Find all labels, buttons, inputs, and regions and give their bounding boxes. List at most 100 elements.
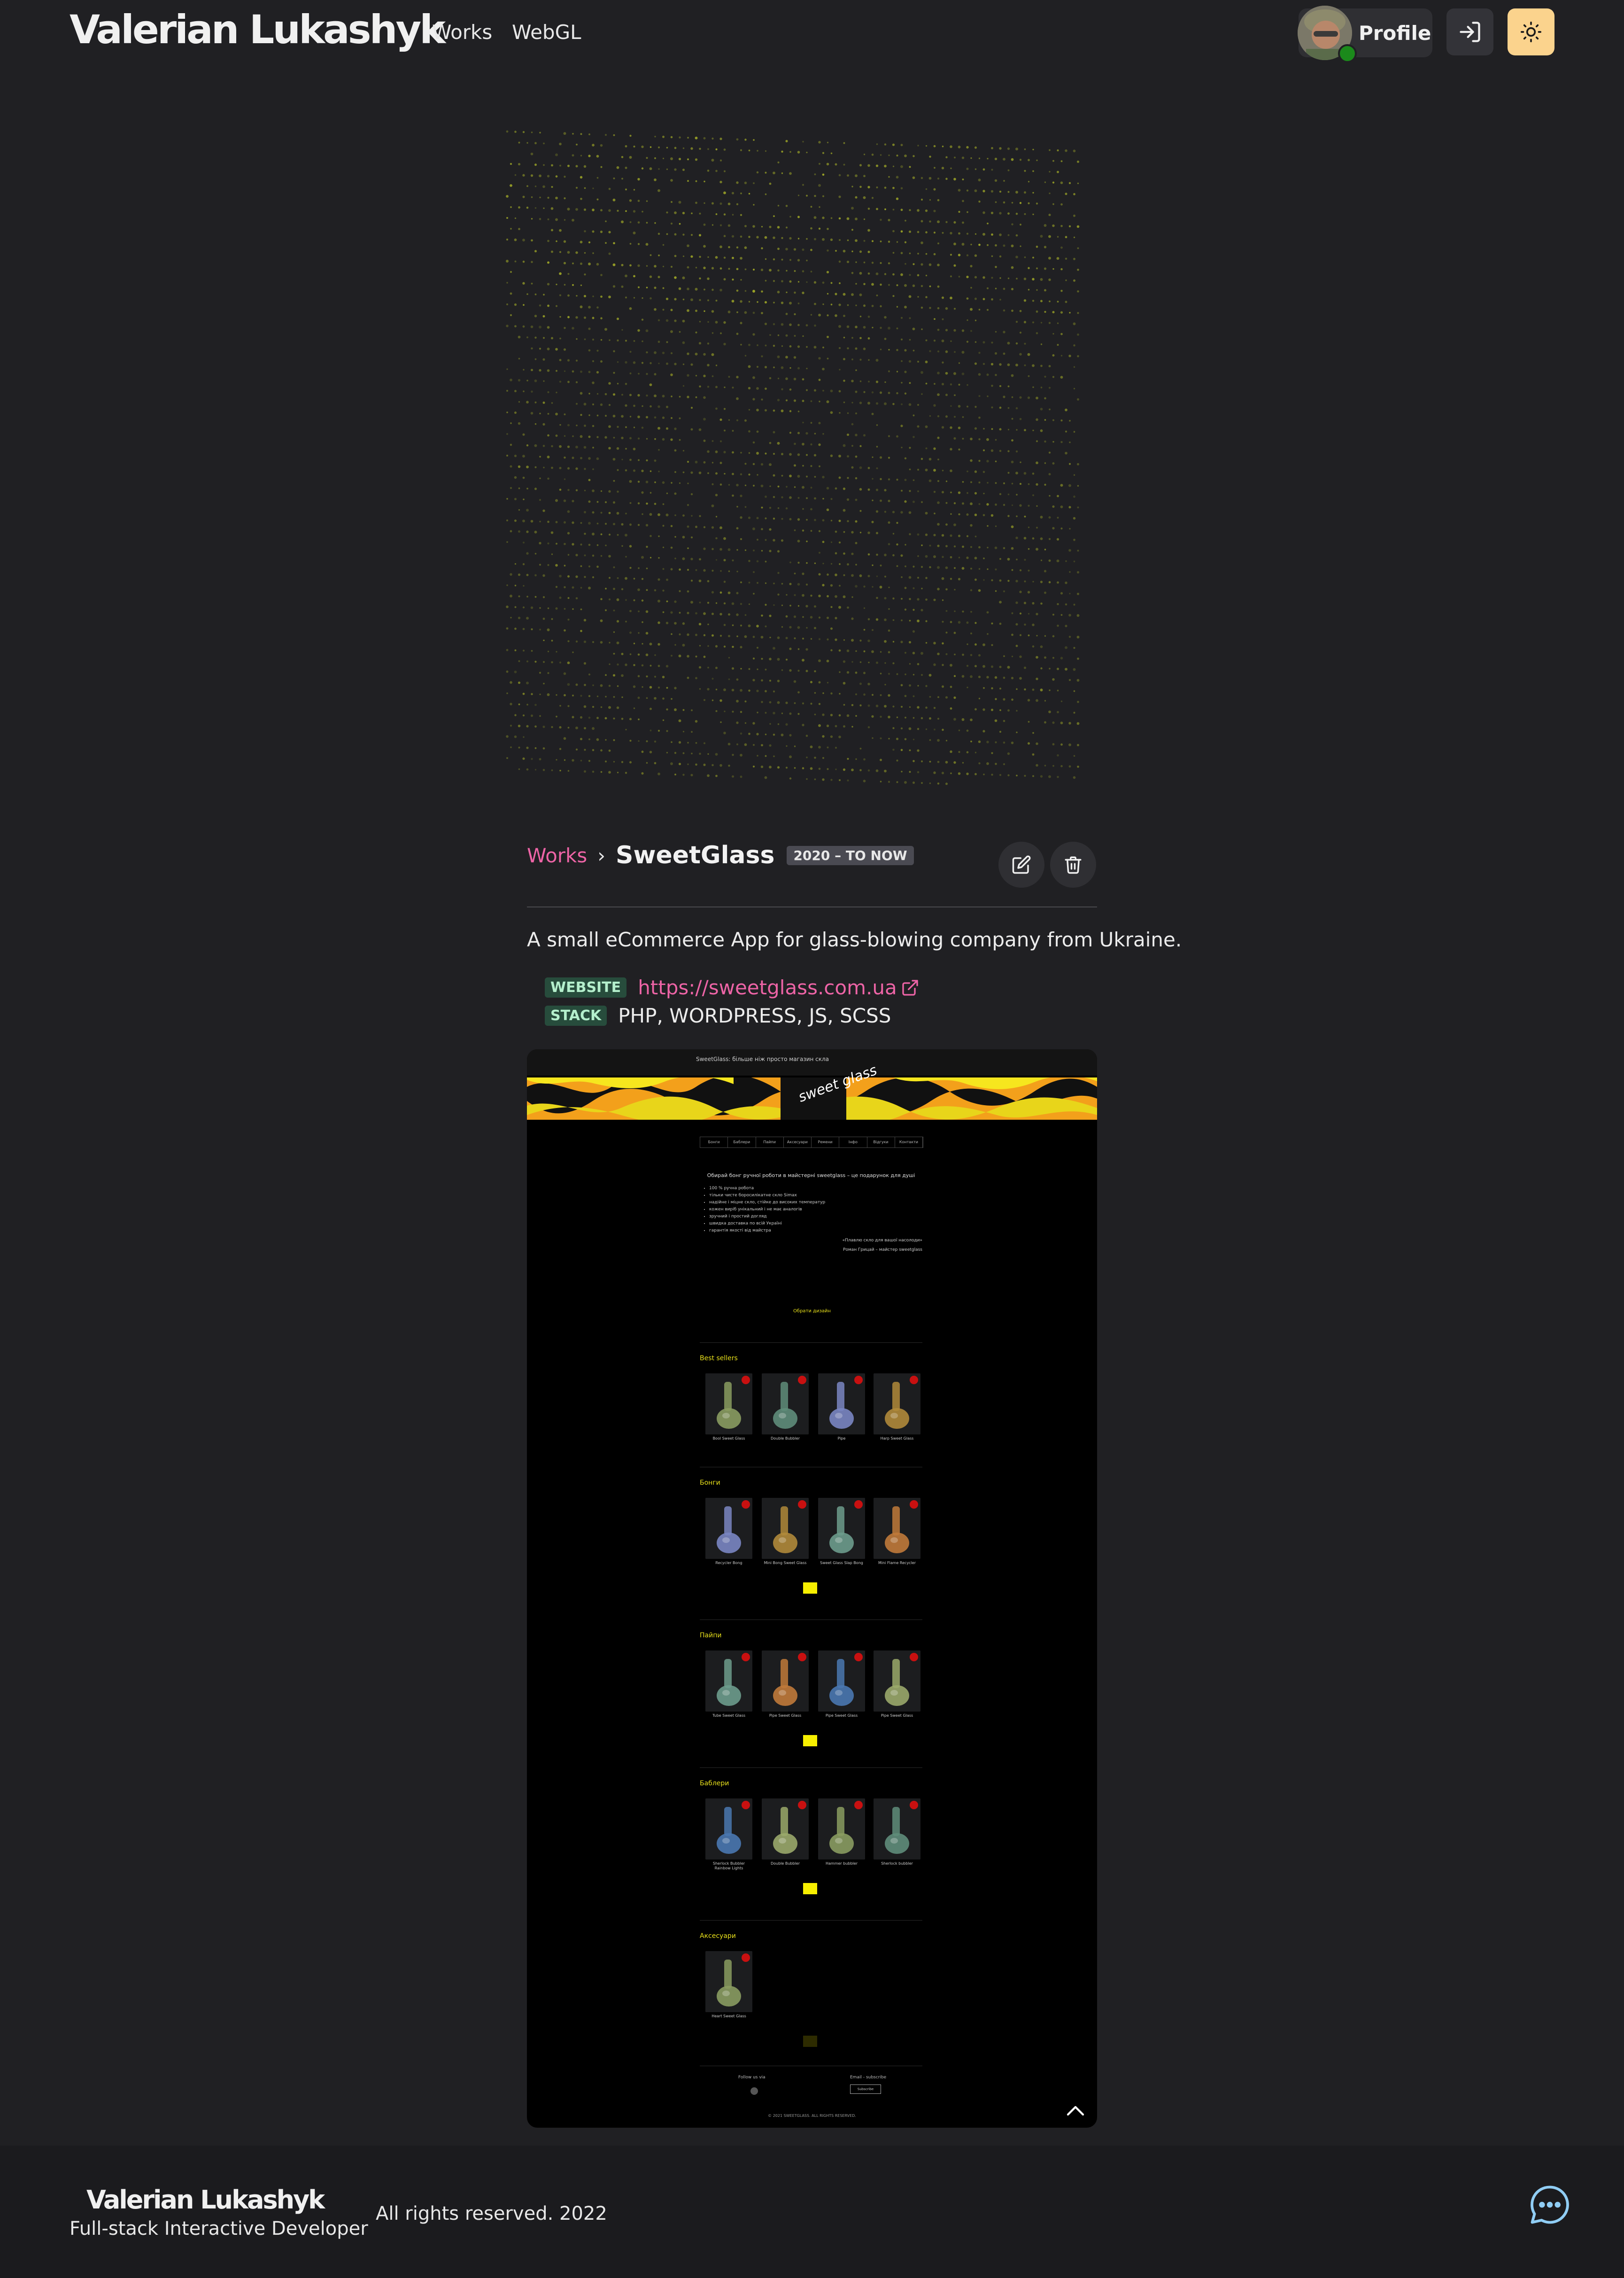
nav-works[interactable]: Works xyxy=(432,21,492,44)
profile-label: Profile xyxy=(1359,22,1431,45)
screenshot-product-name: Sweet Glass Slap Bong xyxy=(820,1561,863,1565)
profile-button[interactable]: Profile xyxy=(1298,6,1432,63)
voxel-model-canvas[interactable] xyxy=(498,113,1108,789)
screenshot-product-card: Pipe Sweet Glass xyxy=(874,1650,920,1718)
footer-rights: All rights reserved. 2022 xyxy=(376,2203,607,2224)
screenshot-product-name: Pipe Sweet Glass xyxy=(881,1713,913,1718)
login-icon xyxy=(1460,22,1480,42)
divider xyxy=(700,1920,922,1921)
screenshot-menu-item: Аксесуари xyxy=(784,1137,812,1147)
page-title: SweetGlass xyxy=(616,841,775,869)
screenshot-product-image xyxy=(705,1498,752,1559)
screenshot-product-card: Pipe xyxy=(818,1373,865,1441)
screenshot-section-title: Пайпи xyxy=(700,1632,722,1639)
screenshot-product-name: Mini Bong Sweet Glass xyxy=(764,1561,807,1565)
chat-icon xyxy=(1531,2185,1569,2224)
screenshot-bullet: швидка доставка по всій Україні xyxy=(709,1220,922,1227)
screenshot-menu-item: Інфо xyxy=(839,1137,867,1147)
screenshot-bullet: кожен виріб унікальний і не має аналогів xyxy=(709,1206,922,1213)
screenshot-topbar-text: SweetGlass: більше ніж просто магазин ск… xyxy=(696,1056,829,1062)
website-row: WEBSITE https://sweetglass.com.ua xyxy=(545,976,920,999)
screenshot-menu-item: Відгуки xyxy=(867,1137,895,1147)
screenshot-bullet: гарантія якості від майстра xyxy=(709,1227,922,1234)
screenshot-product-name: Harp Sweet Glass xyxy=(880,1436,914,1441)
screenshot-product-name: Pipe xyxy=(837,1436,846,1441)
screenshot-product-image xyxy=(762,1498,809,1559)
screenshot-topbar: SweetGlass: більше ніж просто магазин ск… xyxy=(527,1049,1097,1076)
screenshot-product-name: Hammer bubbler xyxy=(826,1861,858,1866)
chevron-right-icon: › xyxy=(597,844,606,867)
screenshot-product-image xyxy=(818,1650,865,1712)
external-link-icon[interactable] xyxy=(901,978,920,997)
screenshot-quote: «Плавлю скло для вашої насолоди» xyxy=(842,1238,922,1243)
delete-button[interactable] xyxy=(1050,842,1096,888)
screenshot-product-image xyxy=(874,1650,920,1712)
online-status-dot xyxy=(1338,44,1357,63)
screenshot-product-card: Tube Sweet Glass xyxy=(705,1650,752,1718)
screenshot-product-name: Mini Flame Recycler xyxy=(878,1561,916,1565)
chat-button[interactable] xyxy=(1526,2181,1573,2228)
screenshot-product-image xyxy=(818,1373,865,1434)
period-badge: 2020 – TO NOW xyxy=(787,845,914,865)
footer-role: Full-stack Interactive Developer xyxy=(70,2218,368,2239)
screenshot-product-card: Mini Flame Recycler xyxy=(874,1498,920,1565)
edit-icon xyxy=(1012,855,1031,874)
site-header: Valerian Lukashyk Works WebGL Profile xyxy=(0,0,1624,66)
screenshot-product-card: Pipe Sweet Glass xyxy=(762,1650,809,1718)
screenshot-product-name: Double Bubbler xyxy=(770,1861,800,1866)
screenshot-product-name: Sherlock bubbler xyxy=(881,1861,913,1866)
stack-row: STACK PHP, WORDPRESS, JS, SCSS xyxy=(545,1004,891,1027)
screenshot-product-image xyxy=(705,1951,752,2012)
project-screenshot: SweetGlass: більше ніж просто магазин ск… xyxy=(527,1049,1097,2128)
screenshot-product-name: Pipe Sweet Glass xyxy=(769,1713,802,1718)
screenshot-product-image xyxy=(874,1373,920,1434)
screenshot-product-card: Double Bubbler xyxy=(762,1373,809,1441)
screenshot-product-card: Double Bubbler xyxy=(762,1798,809,1866)
screenshot-intro-title: Обирай бонг ручної роботи в майстерні sw… xyxy=(707,1172,915,1178)
screenshot-product-card: Bool Sweet Glass xyxy=(705,1373,752,1441)
brand-logo[interactable]: Valerian Lukashyk xyxy=(70,7,446,53)
stack-badge: STACK xyxy=(545,1006,607,1026)
screenshot-product-image xyxy=(762,1373,809,1434)
scroll-top-button[interactable] xyxy=(1060,2096,1090,2126)
screenshot-product-name: Double Bubbler xyxy=(770,1436,800,1441)
screenshot-product-card: Sweet Glass Slap Bong xyxy=(818,1498,865,1565)
sun-icon xyxy=(1521,22,1541,42)
theme-toggle-button[interactable] xyxy=(1508,8,1554,55)
screenshot-follow: Follow us via xyxy=(738,2075,766,2080)
trash-icon xyxy=(1065,856,1082,874)
screenshot-menu: Бонги Баблери Пайпи Аксесуари Ремени Інфо Відг… xyxy=(700,1137,923,1148)
screenshot-bullet: зручний і простий догляд xyxy=(709,1213,922,1220)
screenshot-product-image xyxy=(874,1498,920,1559)
login-button[interactable] xyxy=(1446,8,1493,55)
screenshot-bullet: 100 % ручна робота xyxy=(709,1185,922,1192)
screenshot-bullet: тільки чисте боросилікатне скло Simax xyxy=(709,1192,922,1199)
screenshot-menu-item: Контакти xyxy=(895,1137,923,1147)
screenshot-product-name: Tube Sweet Glass xyxy=(712,1713,746,1718)
screenshot-more-button xyxy=(803,1582,817,1594)
screenshot-product-card: Harp Sweet Glass xyxy=(874,1373,920,1441)
screenshot-product-name: Sherlock Bubbler Rainbow Lights xyxy=(712,1861,745,1870)
screenshot-menu-item: Ремени xyxy=(812,1137,840,1147)
divider xyxy=(700,1342,922,1343)
divider xyxy=(700,1767,922,1768)
edit-button[interactable] xyxy=(998,842,1044,888)
footer-brand: Valerian Lukashyk xyxy=(86,2185,325,2215)
screenshot-email-label: Email - subscribe xyxy=(850,2075,887,2080)
website-link[interactable]: https://sweetglass.com.ua xyxy=(638,976,897,999)
nav-webgl[interactable]: WebGL xyxy=(512,21,581,44)
divider xyxy=(700,1619,922,1620)
screenshot-product-image xyxy=(762,1798,809,1860)
screenshot-subscribe: Subscribe xyxy=(850,2084,881,2094)
screenshot-menu-item: Пайпи xyxy=(756,1137,784,1147)
site-footer: Valerian Lukashyk Full-stack Interactive… xyxy=(0,2146,1624,2278)
screenshot-menu-item: Бонги xyxy=(700,1137,728,1147)
website-badge: WEBSITE xyxy=(545,977,627,998)
screenshot-product-card: Mini Bong Sweet Glass xyxy=(762,1498,809,1565)
screenshot-product-card: Sherlock bubbler xyxy=(874,1798,920,1866)
screenshot-more-button xyxy=(803,1735,817,1746)
screenshot-section-title: Best sellers xyxy=(700,1355,738,1362)
breadcrumb-works-link[interactable]: Works xyxy=(527,844,587,867)
screenshot-product-card: Sherlock Bubbler Rainbow Lights xyxy=(705,1798,752,1871)
screenshot-section-title: Баблери xyxy=(700,1780,729,1787)
